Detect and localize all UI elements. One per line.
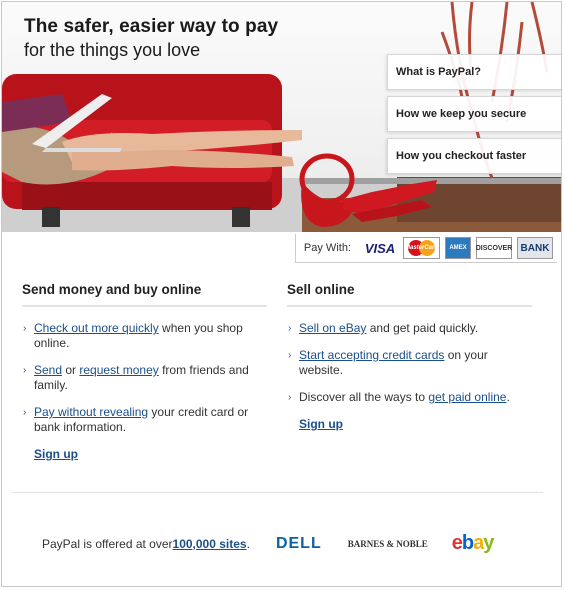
paypal-homepage: The safer, easier way to pay for the thi… xyxy=(1,1,562,587)
hero-subtitle: for the things you love xyxy=(24,40,201,60)
list-item: › Send or request money from friends and… xyxy=(23,363,249,392)
how-you-checkout-faster-button[interactable]: How you checkout faster xyxy=(387,138,561,174)
pay-with-bar: Pay With: VISA MasterCard AMEX DISCOVER … xyxy=(294,234,557,263)
send-money-heading: Send money and buy online xyxy=(22,282,267,307)
what-is-paypal-button[interactable]: What is PayPal? xyxy=(387,54,561,90)
sell-sign-up-link[interactable]: Sign up xyxy=(299,417,343,432)
list-item: › Discover all the ways to get paid onli… xyxy=(288,390,510,404)
bullet-icon: › xyxy=(23,365,27,376)
barnes-noble-logo: BARNES & NOBLE xyxy=(347,538,428,549)
pay-without-revealing-link[interactable]: Pay without revealing xyxy=(34,405,148,419)
send-money-section: Send money and buy online › Check out mo… xyxy=(22,282,267,462)
footer: PayPal is offered at over 100,000 sites.… xyxy=(42,532,495,554)
pay-with-label: Pay With: xyxy=(303,242,351,254)
amex-card-logo: AMEX xyxy=(445,237,471,259)
list-item: › Pay without revealing your credit card… xyxy=(23,405,249,434)
request-money-link[interactable]: request money xyxy=(79,363,158,377)
dell-logo: DELL xyxy=(275,534,322,552)
hero-banner: The safer, easier way to pay for the thi… xyxy=(2,2,561,232)
visa-card-logo: VISA xyxy=(364,240,396,256)
discover-card-logo: DISCOVER xyxy=(476,237,512,259)
list-item: › Sell on eBay and get paid quickly. xyxy=(288,321,479,335)
bullet-icon: › xyxy=(288,392,292,403)
hero-title: The safer, easier way to pay xyxy=(24,16,279,37)
hero-menu: What is PayPal? How we keep you secure H… xyxy=(387,54,561,180)
bullet-icon: › xyxy=(288,350,292,361)
bullet-icon: › xyxy=(23,407,27,418)
sell-online-heading: Sell online xyxy=(287,282,532,307)
get-paid-online-link[interactable]: get paid online xyxy=(428,390,506,404)
bank-logo: BANK xyxy=(517,237,553,259)
bullet-icon: › xyxy=(288,323,292,334)
how-we-keep-secure-button[interactable]: How we keep you secure xyxy=(387,96,561,132)
ebay-logo: ebay xyxy=(451,532,495,554)
send-link[interactable]: Send xyxy=(34,363,62,377)
sell-online-section: Sell online › Sell on eBay and get paid … xyxy=(287,282,532,432)
bullet-icon: › xyxy=(23,323,27,334)
list-item: › Check out more quickly when you shop o… xyxy=(23,321,243,350)
check-out-quickly-link[interactable]: Check out more quickly xyxy=(34,321,159,335)
list-item: › Start accepting credit cards on your w… xyxy=(288,348,488,377)
sell-on-ebay-link[interactable]: Sell on eBay xyxy=(299,321,366,335)
mastercard-logo: MasterCard xyxy=(403,237,440,259)
send-sign-up-link[interactable]: Sign up xyxy=(34,447,78,462)
accept-credit-cards-link[interactable]: Start accepting credit cards xyxy=(299,348,444,362)
footer-divider xyxy=(12,492,543,493)
100000-sites-link[interactable]: 100,000 sites xyxy=(173,537,247,551)
